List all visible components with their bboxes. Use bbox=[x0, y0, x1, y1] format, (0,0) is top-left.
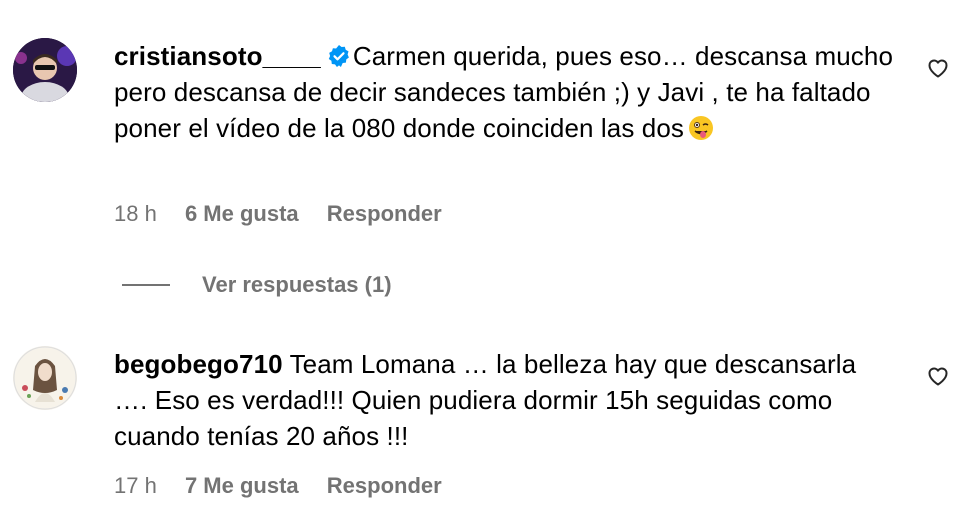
comment-time: 18 h bbox=[114, 201, 157, 226]
comment-body: begobego710 Team Lomana … la belleza hay… bbox=[114, 346, 894, 454]
avatar-cristiansoto[interactable] bbox=[13, 38, 77, 102]
replies-divider bbox=[122, 284, 170, 286]
heart-outline-icon[interactable] bbox=[926, 56, 950, 80]
view-replies-button[interactable]: Ver respuestas (1) bbox=[122, 270, 392, 300]
likes-count[interactable]: 6 Me gusta bbox=[185, 201, 299, 226]
comment-meta: 18 h 6 Me gusta Responder bbox=[114, 201, 464, 227]
avatar-begobego710[interactable] bbox=[13, 346, 77, 410]
comment-meta: 17 h 7 Me gusta Responder bbox=[114, 473, 464, 499]
view-replies-label[interactable]: Ver respuestas (1) bbox=[202, 272, 392, 298]
reply-button[interactable]: Responder bbox=[327, 201, 442, 226]
comment-time: 17 h bbox=[114, 473, 157, 498]
heart-outline-icon[interactable] bbox=[926, 364, 950, 388]
likes-count[interactable]: 7 Me gusta bbox=[185, 473, 299, 498]
verified-badge-icon bbox=[328, 45, 349, 67]
comment-username[interactable]: begobego710 bbox=[114, 349, 283, 379]
winking-face-with-tongue-emoji bbox=[689, 116, 713, 140]
reply-button[interactable]: Responder bbox=[327, 473, 442, 498]
comment-username[interactable]: cristiansoto____ bbox=[114, 41, 321, 71]
comment-body: cristiansoto____ Carmen querida, pues eso… bbox=[114, 38, 894, 146]
